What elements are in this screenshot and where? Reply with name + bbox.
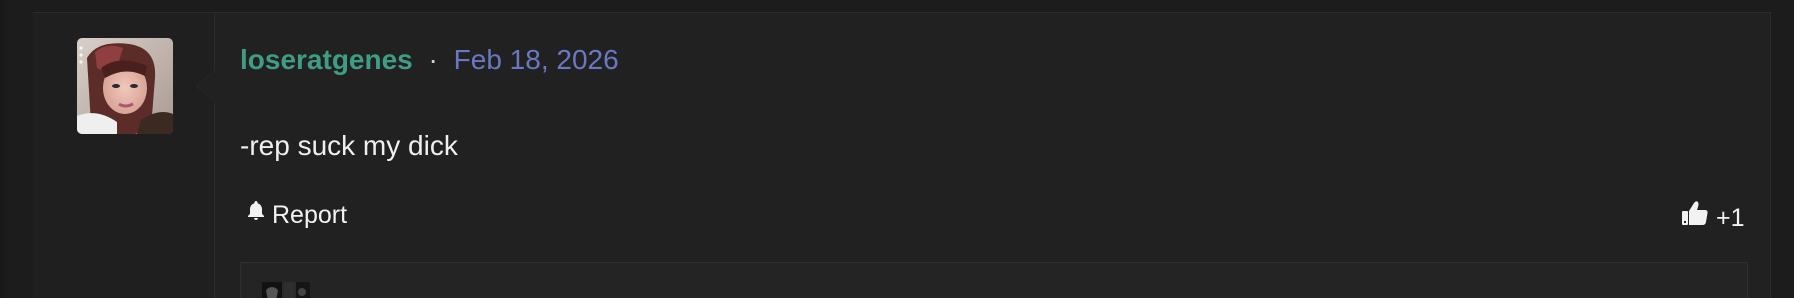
bell-icon <box>244 198 268 232</box>
reply-avatar[interactable] <box>262 282 310 298</box>
username-link[interactable]: loseratgenes <box>240 44 413 75</box>
post-content: -rep suck my dick <box>240 130 458 161</box>
post-header: loseratgenes · Feb 18, 2026 <box>240 42 619 78</box>
report-button[interactable]: Report <box>244 198 347 232</box>
reply-avatar-image <box>262 282 310 298</box>
avatar-image <box>77 38 173 134</box>
left-rail <box>0 0 4 298</box>
header-separator: · <box>428 44 438 75</box>
like-button[interactable]: +1 <box>1680 198 1745 237</box>
like-count: +1 <box>1716 203 1745 232</box>
report-label: Report <box>272 201 348 229</box>
avatar[interactable] <box>77 38 173 134</box>
post-date-link[interactable]: Feb 18, 2026 <box>454 44 619 75</box>
reply-box <box>240 262 1748 298</box>
page: loseratgenes · Feb 18, 2026 -rep suck my… <box>0 0 1794 298</box>
thumbs-up-icon <box>1680 198 1710 237</box>
speech-arrow-inner <box>197 71 215 101</box>
